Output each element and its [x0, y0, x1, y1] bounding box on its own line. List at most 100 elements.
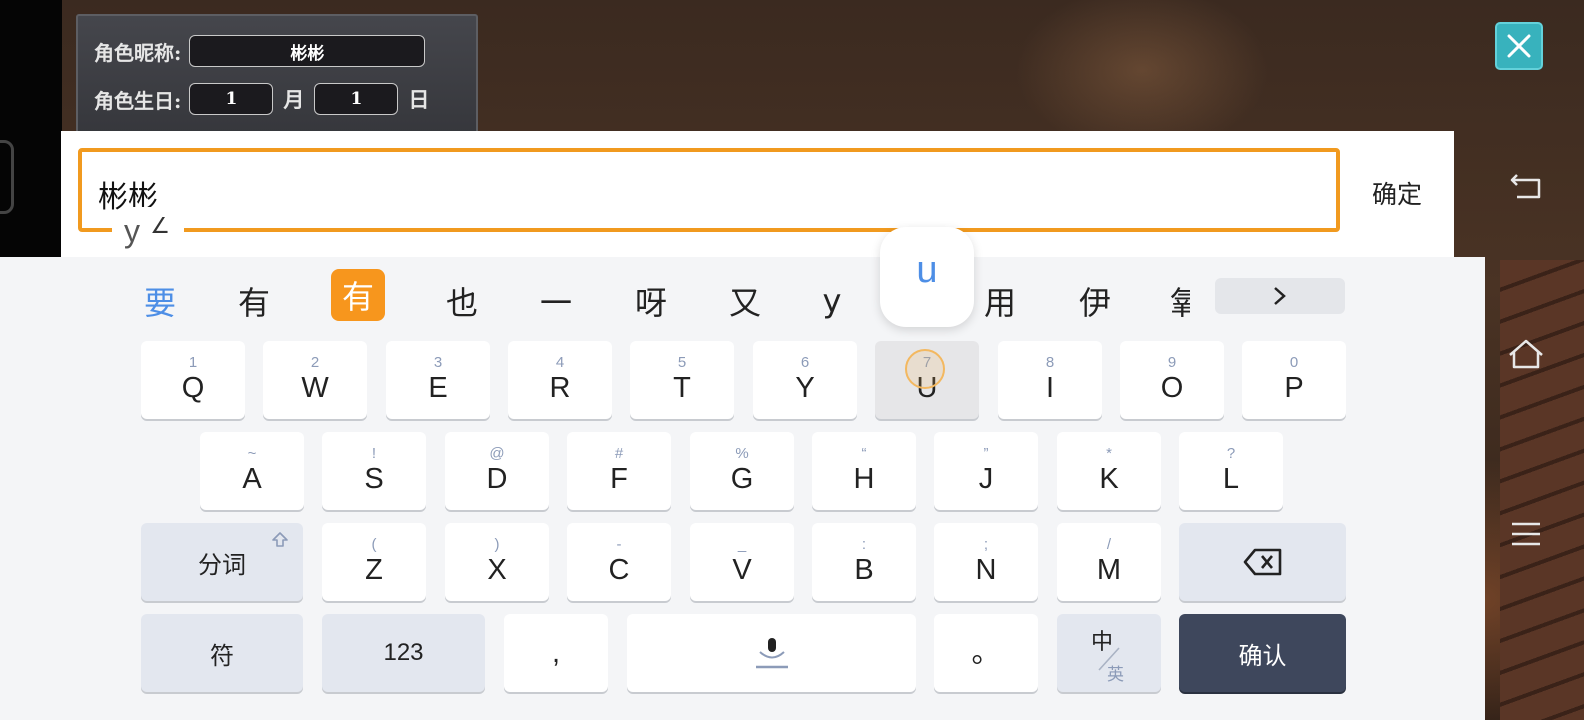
- key-sub-label: :: [861, 536, 867, 553]
- comma-key-label: ,: [551, 637, 561, 669]
- key-r[interactable]: 4R: [508, 341, 612, 419]
- key-d[interactable]: @ D: [445, 432, 549, 510]
- key-main-label: I: [1045, 372, 1055, 404]
- segment-shift-key[interactable]: 分词: [141, 523, 303, 601]
- close-button[interactable]: [1495, 22, 1543, 70]
- key-x[interactable]: ) X: [445, 523, 549, 601]
- key-sub-label: 1: [188, 354, 198, 371]
- key-z[interactable]: (Z: [322, 523, 426, 601]
- numeric-key[interactable]: 123: [322, 614, 485, 692]
- key-j[interactable]: ” J: [934, 432, 1038, 510]
- lang-en-label: 英: [1107, 665, 1124, 684]
- key-f[interactable]: # F: [567, 432, 671, 510]
- touch-indicator: [905, 349, 945, 389]
- microphone-icon: [755, 638, 788, 669]
- birth-day-field[interactable]: 1: [314, 83, 399, 115]
- key-sub-label: 6: [800, 354, 810, 371]
- key-t[interactable]: 5T: [630, 341, 734, 419]
- key-w[interactable]: 2W: [263, 341, 367, 419]
- key-sub-label: 0: [1289, 354, 1299, 371]
- key-h[interactable]: “H: [812, 432, 916, 510]
- space-key[interactable]: [627, 614, 916, 692]
- key-sub-label: _: [737, 536, 747, 553]
- key-main-label: J: [978, 463, 994, 495]
- backspace-key[interactable]: [1179, 523, 1346, 601]
- key-sub-label: 5: [677, 354, 687, 371]
- key-main-label: P: [1284, 372, 1304, 404]
- key-main-label: E: [428, 372, 448, 404]
- left-notch-shape: [0, 140, 14, 214]
- close-icon: [1507, 34, 1531, 58]
- enter-confirm-key[interactable]: 确认: [1179, 614, 1346, 692]
- nickname-row: 角色昵称: 彬彬: [94, 35, 426, 67]
- key-m[interactable]: / M: [1057, 523, 1161, 601]
- key-i[interactable]: 8I: [998, 341, 1102, 419]
- key-main-label: A: [242, 463, 262, 495]
- birthday-row: 角色生日: 1 月 1 日: [94, 83, 439, 115]
- birth-month-field[interactable]: 1: [189, 83, 274, 115]
- candidate-item[interactable]: 又: [725, 277, 765, 325]
- confirm-button[interactable]: 确定: [1351, 175, 1443, 211]
- birthday-label: 角色生日:: [94, 88, 182, 113]
- candidate-item[interactable]: 一: [536, 277, 576, 325]
- key-sub-label: %: [735, 445, 749, 462]
- more-candidates-button[interactable]: [1215, 278, 1345, 314]
- key-n[interactable]: ; N: [934, 523, 1038, 601]
- key-c[interactable]: -C: [567, 523, 671, 601]
- key-p[interactable]: 0P: [1242, 341, 1346, 419]
- key-e[interactable]: 3E: [386, 341, 490, 419]
- key-main-label: T: [673, 372, 691, 404]
- key-u[interactable]: 7U: [875, 341, 979, 419]
- candidate-item[interactable]: y: [812, 277, 852, 325]
- symbol-key[interactable]: 符: [141, 614, 303, 692]
- key-l[interactable]: ? L: [1179, 432, 1283, 510]
- key-sub-label: ): [494, 536, 500, 553]
- key-main-label: Q: [181, 372, 205, 404]
- key-main-label: K: [1099, 463, 1119, 495]
- key-k[interactable]: * K: [1057, 432, 1161, 510]
- candidate-item[interactable]: 有: [234, 277, 274, 325]
- game-floor-background: [1500, 260, 1584, 720]
- pinyin-composition-text: y: [124, 213, 140, 249]
- language-switch-key[interactable]: 中 英: [1057, 614, 1161, 692]
- key-sub-label: !: [371, 445, 377, 462]
- key-main-label: V: [732, 554, 752, 586]
- menu-icon: [1512, 522, 1540, 546]
- key-o[interactable]: 9O: [1120, 341, 1224, 419]
- character-form-panel: 角色昵称: 彬彬 角色生日: 1 月 1 日: [76, 14, 478, 144]
- key-a[interactable]: ~ A: [200, 432, 304, 510]
- key-v[interactable]: _ V: [690, 523, 794, 601]
- segment-key-label: 分词: [198, 551, 246, 579]
- key-g[interactable]: % G: [690, 432, 794, 510]
- nickname-field[interactable]: 彬彬: [189, 35, 426, 67]
- candidate-item[interactable]: 呀: [631, 277, 671, 325]
- candidate-item[interactable]: 要: [140, 277, 180, 325]
- key-sub-label: 4: [555, 354, 565, 371]
- home-button[interactable]: [1506, 334, 1546, 374]
- left-edge-panel: [0, 0, 62, 260]
- key-main-label: F: [610, 463, 628, 495]
- back-button[interactable]: [1506, 166, 1546, 206]
- symbol-key-label: 符: [210, 642, 234, 670]
- candidate-item-partial[interactable]: 氧: [1170, 277, 1190, 325]
- key-sub-label: (: [371, 536, 377, 553]
- candidate-item[interactable]: 伊: [1075, 277, 1115, 325]
- pinyin-composition: y ∠: [112, 207, 184, 257]
- period-key[interactable]: 。: [934, 614, 1038, 692]
- key-main-label: X: [487, 554, 507, 586]
- candidate-item[interactable]: 也: [442, 277, 482, 325]
- key-main-label: R: [549, 372, 571, 404]
- key-q[interactable]: 1Q: [141, 341, 245, 419]
- key-b[interactable]: :B: [812, 523, 916, 601]
- menu-button[interactable]: [1506, 514, 1546, 554]
- comma-key[interactable]: ,: [504, 614, 608, 692]
- key-main-label: M: [1096, 554, 1122, 586]
- key-y[interactable]: 6Y: [753, 341, 857, 419]
- key-s[interactable]: ! S: [322, 432, 426, 510]
- text-input[interactable]: 彬彬: [78, 148, 1340, 232]
- key-main-label: B: [854, 554, 874, 586]
- key-main-label: C: [608, 554, 630, 586]
- candidate-item[interactable]: 用: [980, 277, 1020, 325]
- key-preview-popup: u: [880, 227, 974, 327]
- candidate-item-highlighted[interactable]: 有: [331, 269, 385, 321]
